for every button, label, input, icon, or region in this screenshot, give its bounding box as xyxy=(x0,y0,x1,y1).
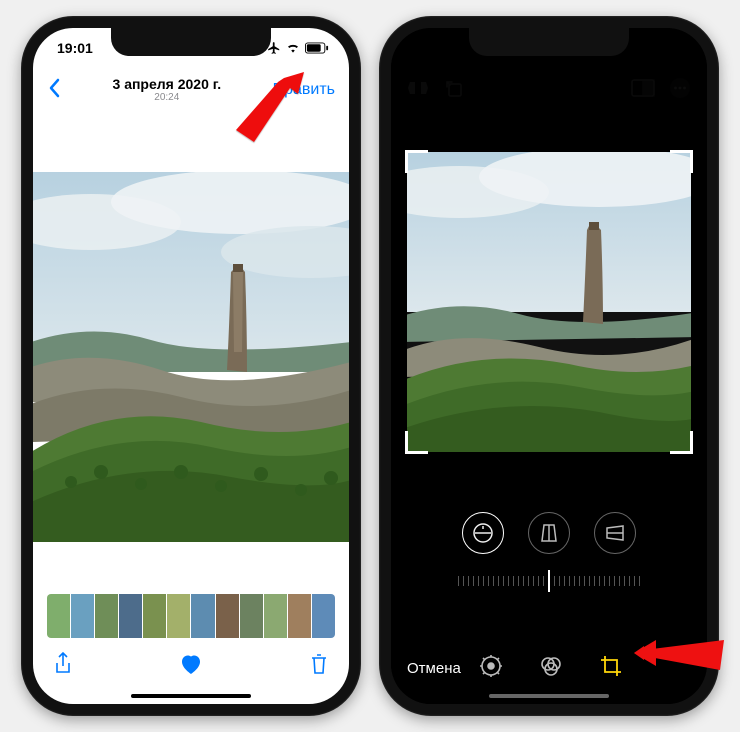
photo-content xyxy=(33,172,349,542)
wifi-icon xyxy=(285,41,301,55)
slider-center-tick xyxy=(548,570,550,592)
battery-icon xyxy=(305,42,329,54)
more-button[interactable] xyxy=(669,77,691,104)
annotation-arrow-edit xyxy=(216,70,316,160)
adjust-icon xyxy=(479,654,503,678)
share-icon xyxy=(53,652,73,676)
thumbnail[interactable] xyxy=(119,594,142,638)
aspect-ratio-icon xyxy=(631,79,655,97)
crop-handle-bl[interactable] xyxy=(405,431,428,454)
crop-tab[interactable] xyxy=(599,654,623,683)
cancel-button[interactable]: Отмена xyxy=(407,660,461,677)
rotate-button[interactable] xyxy=(443,77,465,104)
straighten-icon xyxy=(472,522,494,544)
favorite-button[interactable] xyxy=(179,653,203,680)
perspective-horizontal-icon xyxy=(605,523,625,543)
thumbnail-strip[interactable] xyxy=(47,594,335,638)
perspective-vertical-button[interactable] xyxy=(528,512,570,554)
crop-handle-tr[interactable] xyxy=(670,150,693,173)
photo-preview[interactable] xyxy=(33,172,349,542)
thumbnail[interactable] xyxy=(191,594,214,638)
edit-tool-tabs xyxy=(461,654,641,683)
thumbnail[interactable] xyxy=(167,594,190,638)
delete-button[interactable] xyxy=(309,652,329,681)
home-indicator[interactable] xyxy=(131,694,251,698)
aspect-ratio-button[interactable] xyxy=(631,79,655,102)
back-button[interactable] xyxy=(47,78,61,103)
trash-icon xyxy=(309,652,329,676)
thumbnail[interactable] xyxy=(264,594,287,638)
crop-frame[interactable] xyxy=(407,152,691,452)
adjust-mode-row xyxy=(391,512,707,554)
photo-date: 3 апреля 2020 г. xyxy=(113,76,222,93)
rotate-icon xyxy=(443,77,465,99)
notch xyxy=(111,28,271,56)
photo-time: 20:24 xyxy=(113,92,222,104)
status-indicators xyxy=(267,41,329,55)
crop-canvas[interactable] xyxy=(407,152,691,452)
phone-mockup-edit: Отмена xyxy=(379,16,719,716)
filters-tab[interactable] xyxy=(539,654,563,683)
heart-icon xyxy=(179,653,203,675)
flip-horizontal-icon xyxy=(407,78,429,98)
flip-button[interactable] xyxy=(407,78,429,103)
perspective-vertical-icon xyxy=(539,523,559,543)
thumbnail[interactable] xyxy=(143,594,166,638)
thumbnail[interactable] xyxy=(312,594,335,638)
adjust-tab[interactable] xyxy=(479,654,503,683)
thumbnail[interactable] xyxy=(216,594,239,638)
chevron-left-icon xyxy=(47,78,61,98)
filters-icon xyxy=(539,654,563,678)
thumbnail[interactable] xyxy=(47,594,70,638)
status-time: 19:01 xyxy=(57,40,93,56)
straighten-button[interactable] xyxy=(462,512,504,554)
rotation-slider[interactable] xyxy=(421,566,677,596)
notch xyxy=(469,28,629,56)
thumbnail[interactable] xyxy=(288,594,311,638)
thumbnail[interactable] xyxy=(240,594,263,638)
annotation-arrow-crop xyxy=(632,618,732,688)
nav-title: 3 апреля 2020 г. 20:24 xyxy=(113,76,222,105)
home-indicator[interactable] xyxy=(489,694,609,698)
ellipsis-icon xyxy=(669,77,691,99)
crop-icon xyxy=(599,654,623,678)
photos-edit-screen: Отмена xyxy=(391,28,707,704)
crop-handle-br[interactable] xyxy=(670,431,693,454)
thumbnail[interactable] xyxy=(95,594,118,638)
edit-top-bar xyxy=(391,68,707,112)
thumbnail[interactable] xyxy=(71,594,94,638)
share-button[interactable] xyxy=(53,652,73,681)
crop-handle-tl[interactable] xyxy=(405,150,428,173)
perspective-horizontal-button[interactable] xyxy=(594,512,636,554)
slider-ticks xyxy=(458,570,640,592)
